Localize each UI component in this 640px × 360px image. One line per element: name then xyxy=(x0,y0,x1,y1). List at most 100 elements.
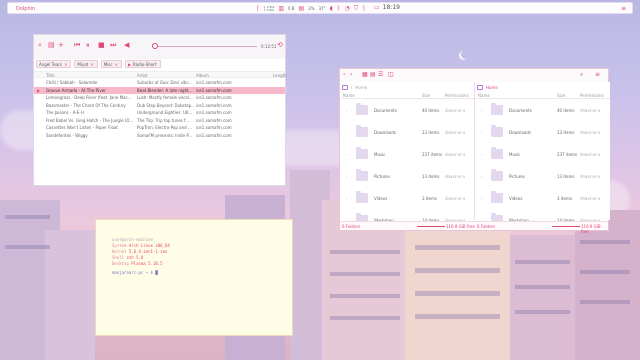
folder-row[interactable]: › Videos 3 items drwxr-xr-x xyxy=(340,188,474,210)
shield-icon[interactable]: ⛉ xyxy=(354,5,359,12)
pause-icon[interactable]: ⏸ xyxy=(86,42,90,49)
sysinfo-value: zsh 5.8 xyxy=(126,255,144,260)
seek-bar[interactable] xyxy=(154,46,257,47)
view-compact-icon[interactable]: ▤ xyxy=(370,72,376,78)
track-album: ice1.somafm.com xyxy=(196,117,232,123)
expand-chevron-icon[interactable]: › xyxy=(346,196,348,201)
play-icon: ▶ xyxy=(127,61,132,67)
breadcrumb[interactable]: / Home xyxy=(342,83,367,91)
breadcrumb-current[interactable]: Home xyxy=(355,85,367,90)
sysinfo-line: Desktop Plasma 5.18.5 xyxy=(112,261,163,266)
column-name[interactable]: Name xyxy=(478,93,490,98)
column-title[interactable]: Title xyxy=(46,73,55,78)
expand-chevron-icon[interactable]: › xyxy=(481,108,483,113)
building-window xyxy=(5,245,50,249)
column-length[interactable]: Length xyxy=(273,73,287,78)
track-album: ice1.somafm.com xyxy=(196,125,232,130)
tab-angel-tears[interactable]: Angel Tears × xyxy=(36,60,72,68)
system-tray: ⌈ ↓ 0 B/s ↑ 0 B/s ▥ 0 B ▤ 2% 37° ◖ ᛒ ◔ ⛉… xyxy=(257,4,373,13)
track-row[interactable]: The Jaisons - A-E-I-I Underground Eightie… xyxy=(34,109,285,116)
folder-permissions: drwxr-xr-x xyxy=(445,174,466,179)
volume-icon[interactable]: ◀ xyxy=(124,42,129,49)
hamburger-menu-icon[interactable]: ≡ xyxy=(621,6,626,12)
playlist-icon[interactable]: ▤ xyxy=(48,42,55,49)
column-permissions[interactable]: Permissions xyxy=(580,93,604,98)
track-row[interactable]: Bassmaster - The Chant Of The Century Dub… xyxy=(34,102,285,109)
track-album: ice1.somafm.com xyxy=(196,87,232,93)
terminal-window[interactable]: user@arch-machine System Arch Linux x86_… xyxy=(95,219,293,336)
memory-value: 0 B xyxy=(287,6,295,11)
network-icon[interactable]: ◔ xyxy=(344,5,349,12)
track-row[interactable]: Lemongrass - Deep River (feat. Jane Mac.… xyxy=(34,94,285,101)
track-title: Groove Armada - At The River xyxy=(46,87,106,93)
folder-row[interactable]: › Documents 40 items drwxr-xr-x xyxy=(475,100,610,122)
folder-row[interactable]: › Documents 40 items drwxr-xr-x xyxy=(340,100,474,122)
music-player-window: ⌕ ▤ + ⏮ ⏸ ■ ⏭ ◀ 0:12:51 ⟲ Angel Tears × M… xyxy=(33,34,287,186)
search-icon[interactable]: ⌕ xyxy=(38,42,42,49)
column-size[interactable]: Size xyxy=(422,93,430,98)
folder-row[interactable]: › Downloads 13 items drwxr-xr-x xyxy=(475,122,610,144)
breadcrumb[interactable]: Home xyxy=(477,83,498,91)
search-icon[interactable]: ⌕ xyxy=(580,72,583,78)
volume-icon[interactable]: ◖ xyxy=(330,5,333,12)
folder-icon xyxy=(491,103,503,115)
seek-handle[interactable] xyxy=(152,43,158,49)
expand-chevron-icon[interactable]: › xyxy=(346,108,348,113)
folder-row[interactable]: › Pictures 13 items drwxr-xr-x xyxy=(340,166,474,188)
column-name[interactable]: Name xyxy=(343,93,355,98)
track-title: Bassmaster - The Chant Of The Century xyxy=(46,102,126,108)
column-permissions[interactable]: Permissions xyxy=(445,93,469,98)
track-row[interactable]: Chilli / Sabbah - Salamder Suburbs of Goa… xyxy=(34,79,285,86)
tab-label: Misc xyxy=(103,61,113,67)
folder-icon xyxy=(491,191,503,203)
folder-row[interactable]: › Pictures 13 items drwxr-xr-x xyxy=(475,166,610,188)
track-artist: Dub Step Beyond: Dubstep... xyxy=(137,102,194,108)
expand-chevron-icon[interactable]: › xyxy=(481,152,483,157)
breadcrumb-current[interactable]: Home xyxy=(486,85,498,90)
expand-chevron-icon[interactable]: › xyxy=(346,174,348,179)
expand-chevron-icon[interactable]: › xyxy=(481,130,483,135)
previous-icon[interactable]: ⏮ xyxy=(74,42,80,49)
expand-chevron-icon[interactable]: › xyxy=(346,152,348,157)
menu-icon[interactable]: ≡ xyxy=(595,72,600,78)
folder-permissions: drwxr-xr-x xyxy=(445,108,466,113)
add-icon[interactable]: + xyxy=(58,42,64,49)
track-artist: Suburbs of Goa: Desi vibr... xyxy=(137,80,192,85)
clock-area[interactable]: ▭ 18:19 xyxy=(374,4,400,11)
expand-chevron-icon[interactable]: › xyxy=(481,174,483,179)
split-view-icon[interactable]: ◫ xyxy=(388,72,394,78)
file-manager-window: ‹ › ▦ ▤ ☰ ◫ ⌕ ≡ / Home Name Size Permiss… xyxy=(339,68,610,234)
folder-row[interactable]: › Music 237 items drwxr-xr-x xyxy=(340,144,474,166)
column-album[interactable]: Album xyxy=(196,73,209,78)
view-icons-icon[interactable]: ▦ xyxy=(362,72,368,78)
folder-row[interactable]: › Music 237 items drwxr-xr-x xyxy=(475,144,610,166)
player-toolbar: ⌕ ▤ + ⏮ ⏸ ■ ⏭ ◀ 0:12:51 ⟲ xyxy=(34,35,285,59)
track-time: 0:12:51 xyxy=(261,44,277,49)
close-icon[interactable]: × xyxy=(90,62,93,67)
expand-chevron-icon[interactable]: › xyxy=(346,130,348,135)
view-details-icon[interactable]: ☰ xyxy=(378,72,383,78)
tab-radio-short[interactable]: ▶ Radio-Short xyxy=(124,60,161,68)
track-row[interactable]: Sandeferites - Wiggy SomaFM presents: Ind… xyxy=(34,132,285,139)
close-icon[interactable]: × xyxy=(115,62,118,67)
back-icon[interactable]: ‹ xyxy=(343,72,345,78)
close-icon[interactable]: × xyxy=(64,62,67,67)
column-size[interactable]: Size xyxy=(557,93,565,98)
bluetooth-icon[interactable]: ᛒ xyxy=(337,5,341,12)
clock[interactable]: 18:19 xyxy=(383,4,400,11)
track-row[interactable]: ▶ Groove Armada - At The River Beat Blende… xyxy=(34,86,285,94)
track-row[interactable]: Cassettes Won't Listen - Paper Float PopT… xyxy=(34,124,285,131)
expand-chevron-icon[interactable]: › xyxy=(481,196,483,201)
forward-icon[interactable]: › xyxy=(350,72,352,78)
column-artist[interactable]: Artist xyxy=(137,73,148,78)
next-icon[interactable]: ⏭ xyxy=(110,42,116,49)
track-row[interactable]: Fred Babel Vs. Greg Hatch - The Jungle (… xyxy=(34,117,285,124)
folder-row[interactable]: › Downloads 13 items drwxr-xr-x xyxy=(340,122,474,144)
folder-icon xyxy=(491,147,503,159)
track-album: ice1.somafm.com xyxy=(196,80,232,85)
folder-row[interactable]: › Videos 3 items drwxr-xr-x xyxy=(475,188,610,210)
tab-miyat[interactable]: Miyat × xyxy=(74,60,98,68)
tab-misc[interactable]: Misc × xyxy=(100,60,122,68)
repeat-icon[interactable]: ⟲ xyxy=(277,42,283,49)
stop-icon[interactable]: ■ xyxy=(98,42,105,49)
